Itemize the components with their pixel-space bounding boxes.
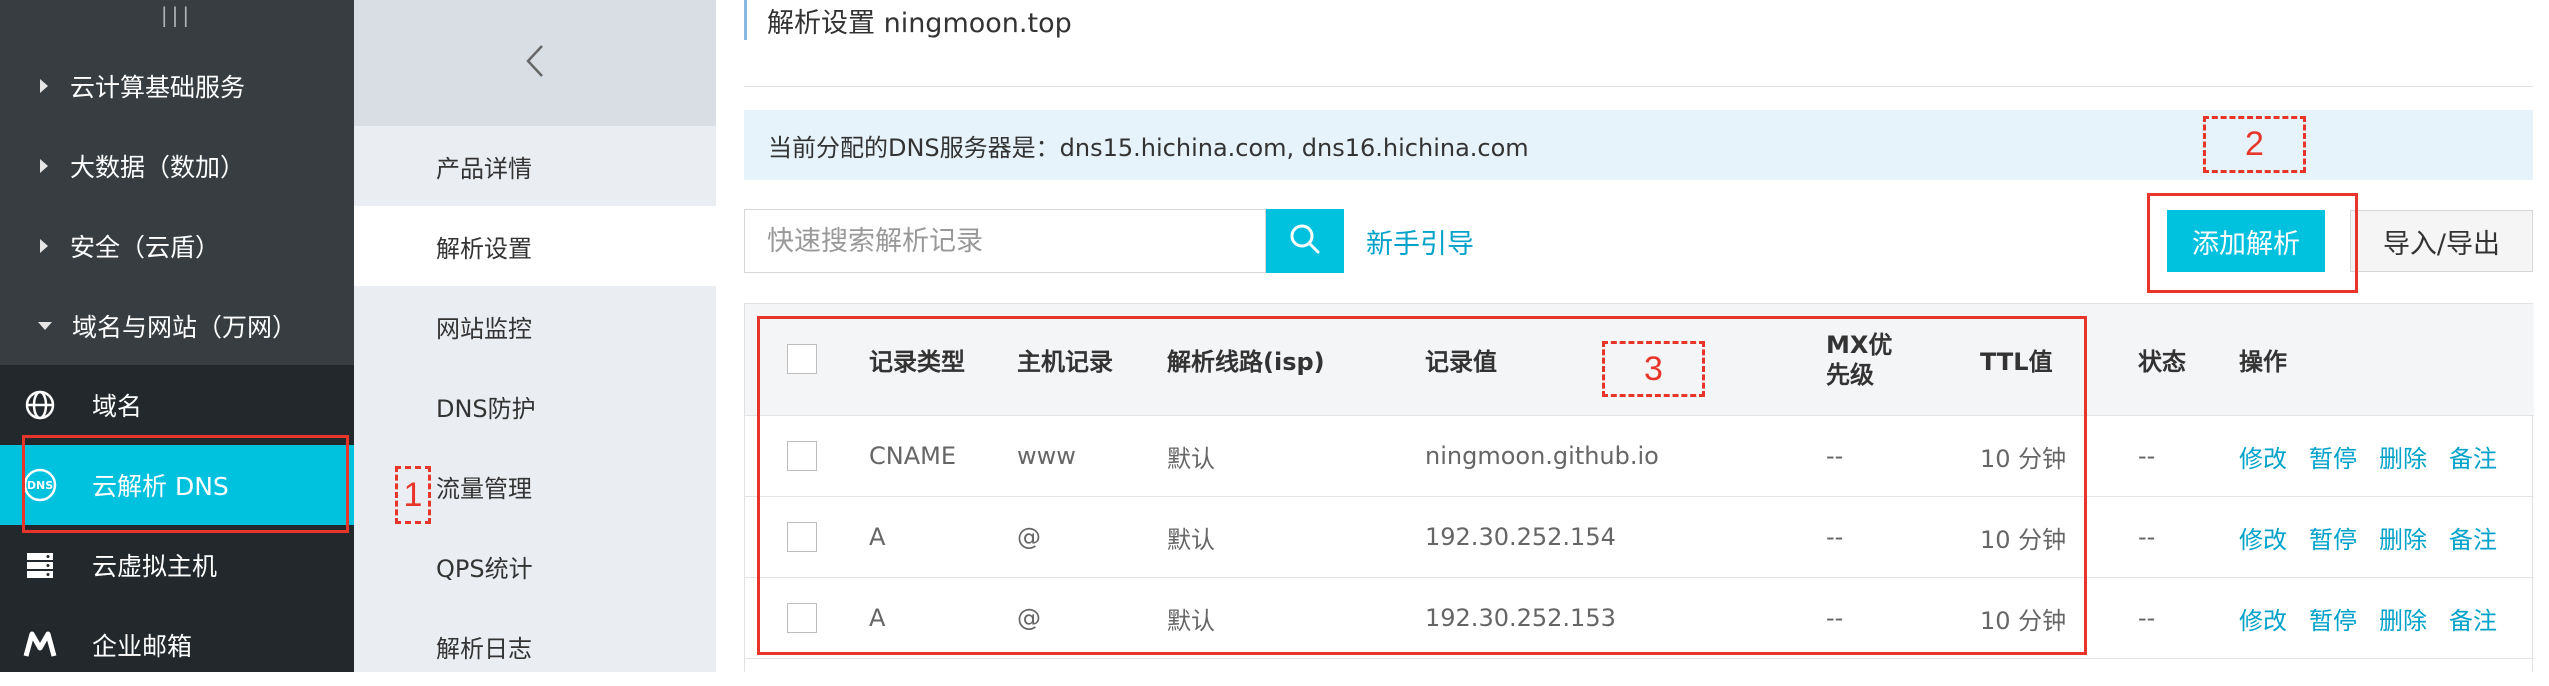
cell-actions: 修改 暂停 删除 备注 xyxy=(2239,416,2519,496)
search-icon xyxy=(1288,222,1322,260)
pause-link[interactable]: 暂停 xyxy=(2309,601,2357,636)
submenu-item-qps-stats[interactable]: QPS统计 xyxy=(354,526,716,606)
annotation-box-add-record xyxy=(2147,193,2358,293)
import-export-button[interactable]: 导入/导出 xyxy=(2350,210,2533,272)
submenu-item-product-details[interactable]: 产品详情 xyxy=(354,126,716,206)
delete-link[interactable]: 删除 xyxy=(2379,601,2427,636)
annotation-marker-1: 1 xyxy=(395,466,431,524)
pause-link[interactable]: 暂停 xyxy=(2309,439,2357,474)
cell-actions: 修改 暂停 删除 备注 xyxy=(2239,578,2519,658)
caret-right-icon xyxy=(40,79,48,93)
annotation-box-records-table xyxy=(757,316,2087,655)
dns-notice-text: 当前分配的DNS服务器是：dns15.hichina.com, dns16.hi… xyxy=(768,133,1529,162)
search-input[interactable] xyxy=(744,209,1266,273)
caret-down-icon xyxy=(38,322,52,330)
submenu-item-label: 解析日志 xyxy=(436,634,532,663)
sidebar-item-label: 企业邮箱 xyxy=(92,632,193,661)
globe-icon xyxy=(22,387,58,423)
sidebar-category-security[interactable]: 安全（云盾） xyxy=(0,206,354,286)
cell-status: -- xyxy=(2138,523,2156,551)
title-divider xyxy=(744,86,2533,87)
sidebar-category-big-data[interactable]: 大数据（数加） xyxy=(0,126,354,206)
sidebar-item-enterprise-mail[interactable]: 企业邮箱 xyxy=(0,605,354,685)
submenu-item-label: 解析设置 xyxy=(436,234,532,263)
delete-link[interactable]: 删除 xyxy=(2379,439,2427,474)
caret-right-icon xyxy=(40,159,48,173)
chevron-left-icon xyxy=(524,43,546,83)
sidebar-category-cloud-computing[interactable]: 云计算基础服务 xyxy=(0,46,354,126)
sidebar-category-label: 云计算基础服务 xyxy=(70,73,246,102)
sidebar-category-label: 域名与网站（万网） xyxy=(72,313,298,342)
cell-status: -- xyxy=(2138,442,2156,470)
submenu-item-site-monitor[interactable]: 网站监控 xyxy=(354,286,716,366)
caret-right-icon xyxy=(40,239,48,253)
collapse-submenu-button[interactable] xyxy=(354,0,716,126)
cell-actions: 修改 暂停 删除 备注 xyxy=(2239,497,2519,577)
sidebar-item-virtual-host[interactable]: 云虚拟主机 xyxy=(0,525,354,605)
pause-link[interactable]: 暂停 xyxy=(2309,520,2357,555)
submenu-item-dns-log[interactable]: 解析日志 xyxy=(354,606,716,686)
dns-submenu: 产品详情 解析设置 网站监控 DNS防护 流量管理 QPS统计 解析日志 xyxy=(354,0,716,672)
mail-m-icon xyxy=(22,627,58,663)
beginner-guide-link[interactable]: 新手引导 xyxy=(1366,209,1474,273)
remark-link[interactable]: 备注 xyxy=(2449,439,2497,474)
submenu-item-label: 网站监控 xyxy=(436,314,532,343)
server-icon xyxy=(22,547,58,583)
page-title: 解析设置 ningmoon.top xyxy=(744,0,1072,40)
annotation-box-dns-nav xyxy=(22,435,349,533)
remark-link[interactable]: 备注 xyxy=(2449,520,2497,555)
header-status[interactable]: 状态 xyxy=(2138,304,2186,415)
submenu-item-dns-protection[interactable]: DNS防护 xyxy=(354,366,716,446)
search-button[interactable] xyxy=(1266,209,1344,273)
delete-link[interactable]: 删除 xyxy=(2379,520,2427,555)
sidebar-toggle-icon[interactable]: ||| xyxy=(0,0,354,30)
submenu-item-label: 流量管理 xyxy=(436,474,532,503)
submenu-item-label: 产品详情 xyxy=(436,154,532,183)
sidebar-category-label: 安全（云盾） xyxy=(70,233,221,262)
submenu-item-dns-settings[interactable]: 解析设置 xyxy=(354,206,716,286)
remark-link[interactable]: 备注 xyxy=(2449,601,2497,636)
submenu-item-label: QPS统计 xyxy=(436,554,533,583)
main-sidebar: ||| 云计算基础服务 大数据（数加） 安全（云盾） 域名与网站（万网） 域名 … xyxy=(0,0,354,672)
edit-link[interactable]: 修改 xyxy=(2239,520,2287,555)
sidebar-category-domain-web[interactable]: 域名与网站（万网） xyxy=(0,286,354,366)
sidebar-category-label: 大数据（数加） xyxy=(70,153,246,182)
cell-status: -- xyxy=(2138,604,2156,632)
annotation-marker-2: 2 xyxy=(2203,116,2306,173)
edit-link[interactable]: 修改 xyxy=(2239,601,2287,636)
sidebar-item-label: 域名 xyxy=(92,392,143,421)
header-actions: 操作 xyxy=(2239,348,2287,376)
edit-link[interactable]: 修改 xyxy=(2239,439,2287,474)
sidebar-item-domain[interactable]: 域名 xyxy=(0,365,354,445)
annotation-marker-3: 3 xyxy=(1602,341,1705,397)
submenu-item-label: DNS防护 xyxy=(436,394,536,423)
sidebar-item-label: 云虚拟主机 xyxy=(92,552,218,581)
